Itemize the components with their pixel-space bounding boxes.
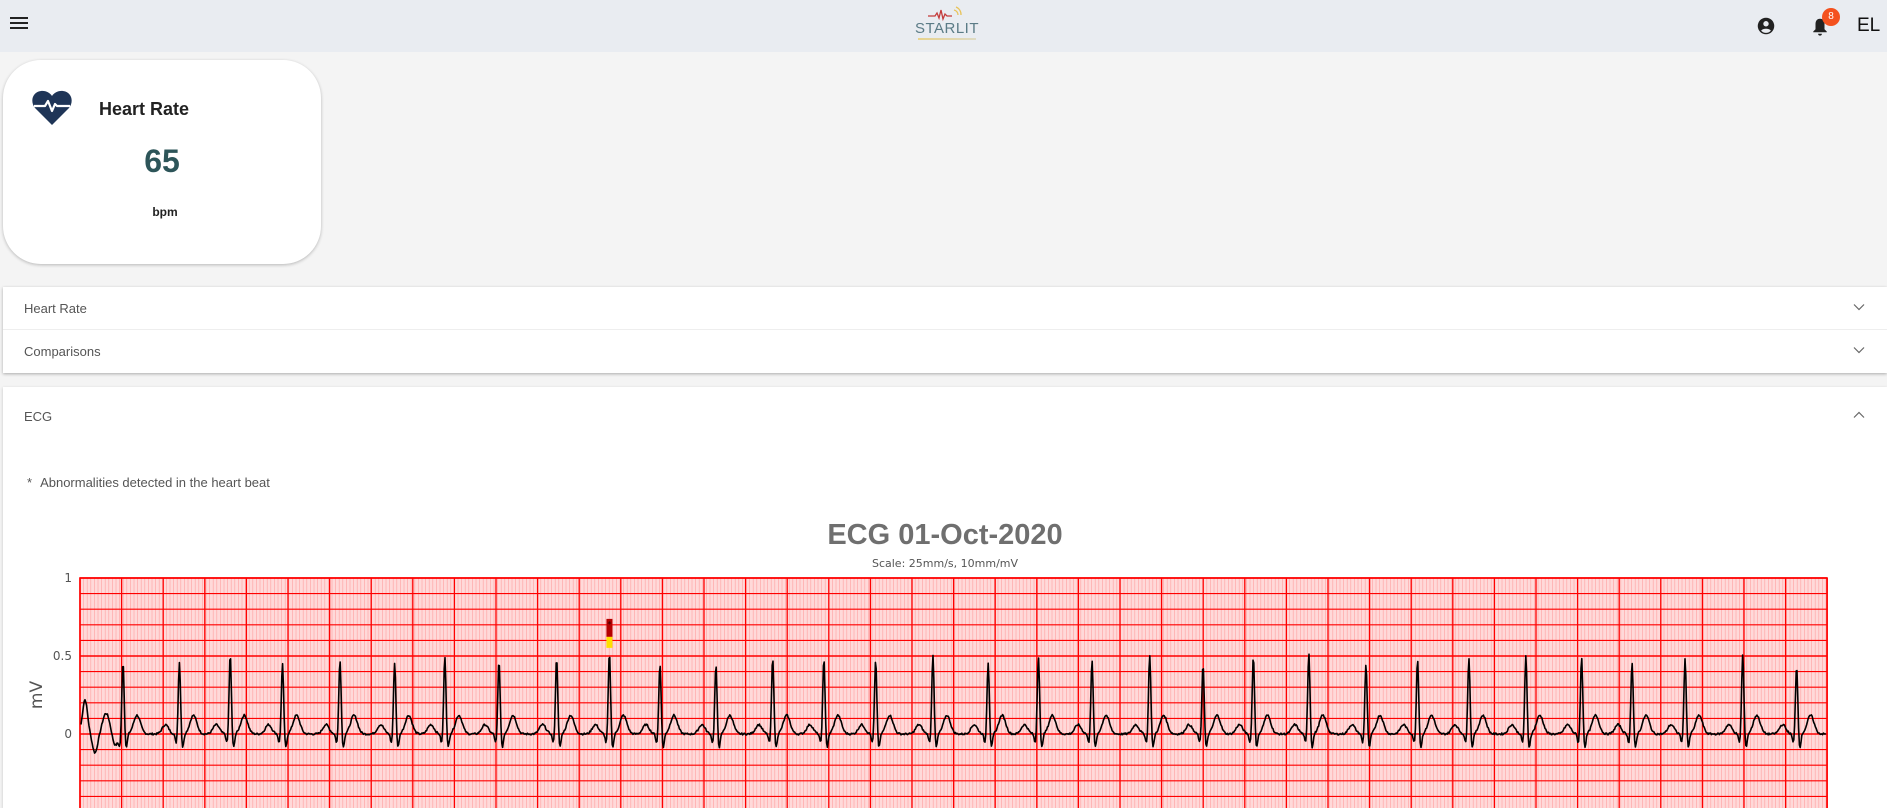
ecg-chart[interactable]: 1 0.5 0 mV *: [3, 387, 1887, 808]
chevron-down-icon[interactable]: [1853, 346, 1865, 354]
user-initials-button[interactable]: EL: [1857, 15, 1880, 37]
accordion-heart-rate[interactable]: Heart Rate: [3, 287, 1887, 330]
notification-count-badge: 8: [1822, 8, 1840, 26]
accordion-comparisons[interactable]: Comparisons: [3, 330, 1887, 373]
abnormal-beat-star: *: [607, 620, 611, 629]
y-tick-label: 0.5: [53, 649, 72, 663]
abnormal-beat-marker-bottom: [606, 636, 613, 648]
logo-text: STARLIT: [914, 20, 980, 37]
accordion-comparisons-label: Comparisons: [24, 344, 101, 359]
heart-rate-unit: bpm: [152, 205, 178, 219]
y-axis-label: mV: [27, 681, 47, 710]
menu-icon[interactable]: [10, 17, 28, 31]
y-tick-label: 1: [64, 571, 72, 585]
chevron-down-icon[interactable]: [1853, 303, 1865, 311]
starlit-logo[interactable]: STARLIT: [912, 6, 982, 46]
heart-rate-value: 65: [144, 143, 180, 179]
heart-pulse-icon: [32, 90, 72, 125]
account-circle-icon[interactable]: [1757, 17, 1775, 35]
logo-tagline: [918, 38, 976, 40]
accordion-heart-rate-label: Heart Rate: [24, 301, 87, 316]
ecg-panel: ECG * Abnormalities detected in the heart…: [3, 387, 1887, 808]
accordion-group: Heart Rate Comparisons: [3, 287, 1887, 373]
top-app-bar: STARLIT 8 EL: [0, 0, 1887, 52]
y-tick-label: 0: [64, 727, 72, 741]
heart-rate-title: Heart Rate: [99, 99, 190, 119]
heart-rate-card[interactable]: Heart Rate 65 bpm: [3, 60, 321, 264]
